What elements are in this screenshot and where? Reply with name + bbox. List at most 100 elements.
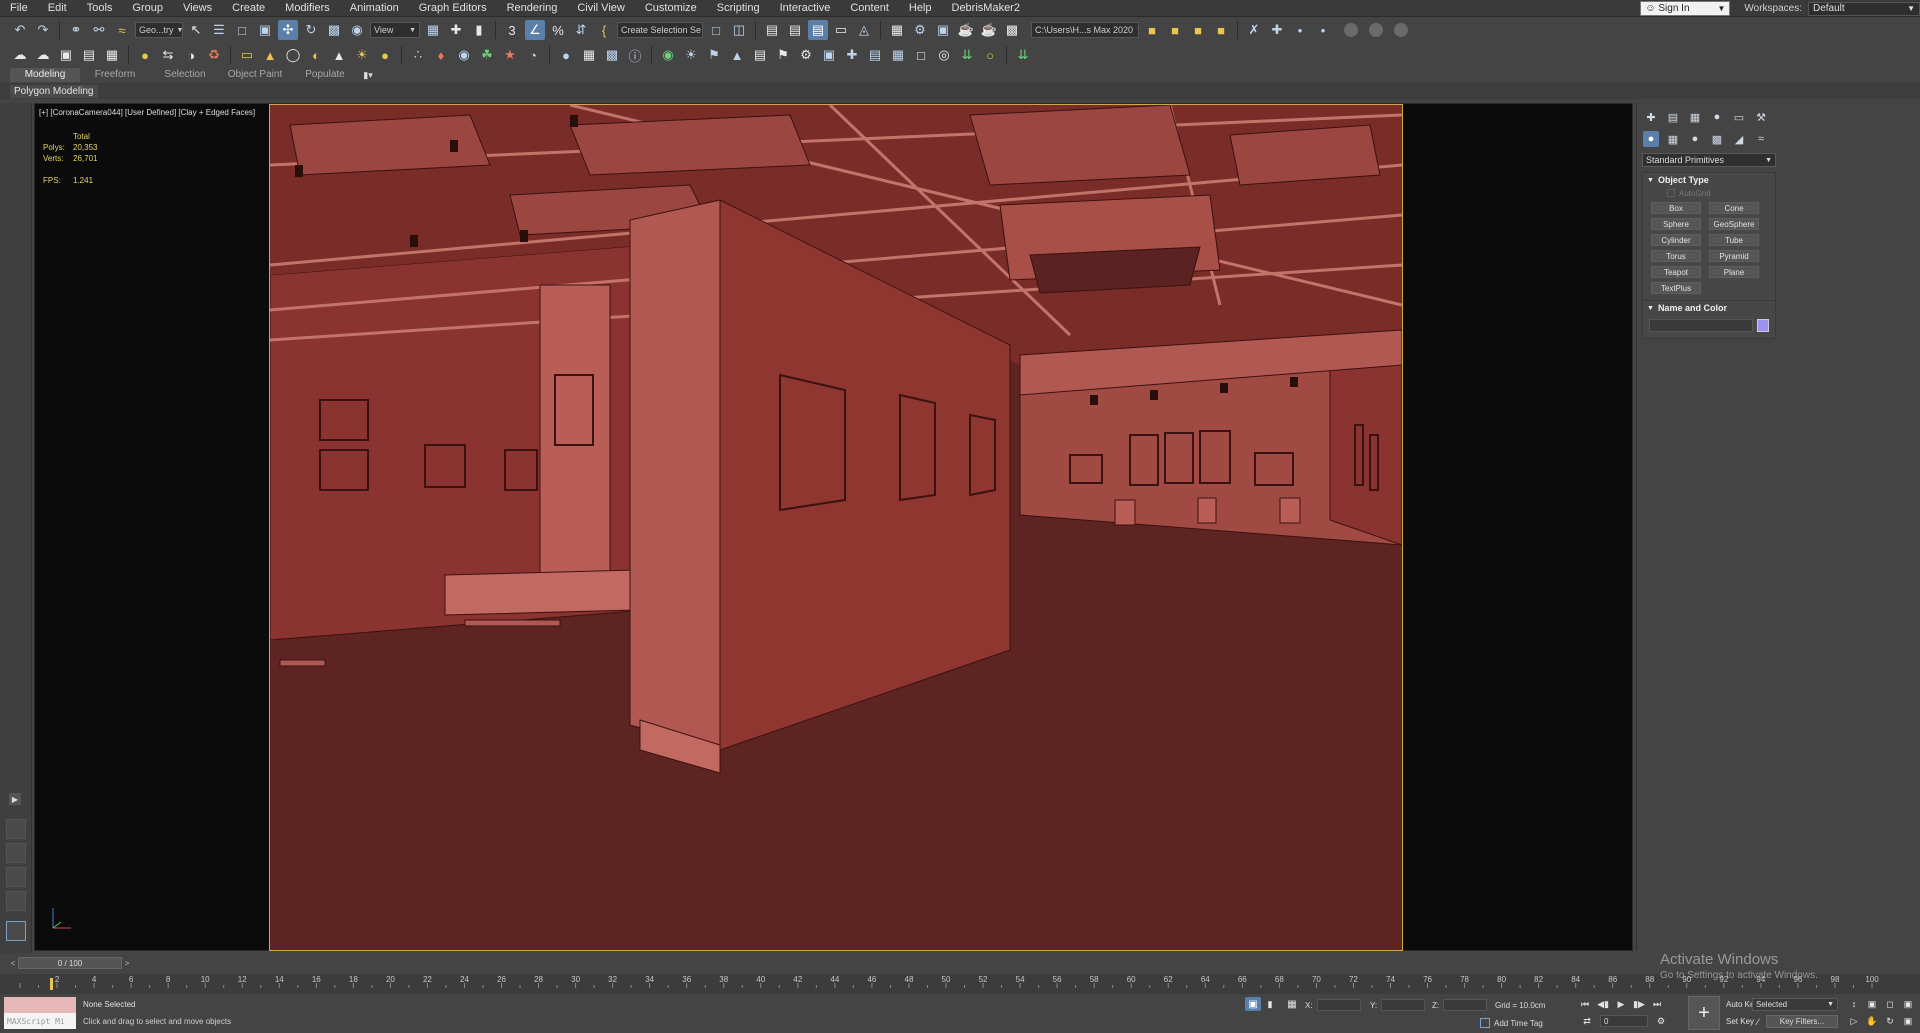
- geometry-icon[interactable]: ●: [1643, 131, 1659, 147]
- converter-icon[interactable]: ♻: [204, 45, 224, 65]
- layout-tab-button[interactable]: [6, 891, 26, 911]
- reference-coordinate-select[interactable]: View ▼: [370, 22, 420, 38]
- menu-interactive[interactable]: Interactive: [770, 0, 841, 17]
- set-key-button[interactable]: Set Key: [1726, 1017, 1754, 1026]
- link-icon[interactable]: ⚭: [66, 20, 86, 40]
- plane-button[interactable]: Plane: [1709, 266, 1759, 278]
- select-and-place-icon[interactable]: ◉: [347, 20, 367, 40]
- render-iterative-icon[interactable]: ☕: [979, 20, 999, 40]
- go-to-start-icon[interactable]: ⏮: [1578, 998, 1592, 1011]
- zoom-extents-all-icon[interactable]: ▣: [1900, 997, 1916, 1011]
- layout-tab-button[interactable]: [6, 819, 26, 839]
- tube-button[interactable]: Tube: [1709, 234, 1759, 246]
- space-warps-icon[interactable]: ≈: [1753, 131, 1769, 147]
- angle-snap-icon[interactable]: ∠: [525, 20, 545, 40]
- foliage-icon[interactable]: ☘: [477, 45, 497, 65]
- y-coordinate-input[interactable]: [1381, 999, 1426, 1011]
- book-icon[interactable]: ▤: [750, 45, 770, 65]
- ribbon-options-icon[interactable]: ▮▾: [360, 68, 376, 82]
- expand-arrow-icon[interactable]: ▶: [9, 793, 21, 805]
- crowd-icon[interactable]: ⚑: [704, 45, 724, 65]
- sphere-button[interactable]: Sphere: [1651, 218, 1701, 230]
- bulb-icon[interactable]: ○: [980, 45, 1000, 65]
- menu-customize[interactable]: Customize: [635, 0, 707, 17]
- key-filters-button[interactable]: Key Filters...: [1766, 1015, 1838, 1028]
- fur-icon[interactable]: ★: [500, 45, 520, 65]
- window-crossing-icon[interactable]: ▣: [255, 20, 275, 40]
- current-frame-input[interactable]: 0: [1600, 1015, 1648, 1027]
- stack-icon[interactable]: ▦: [888, 45, 908, 65]
- menu-scripting[interactable]: Scripting: [707, 0, 770, 17]
- time-slider-handle[interactable]: 0 / 100: [18, 957, 122, 969]
- geosphere-button[interactable]: GeoSphere: [1709, 218, 1759, 230]
- menu-content[interactable]: Content: [840, 0, 899, 17]
- render-region-icon[interactable]: ▣: [819, 45, 839, 65]
- next-frame-icon[interactable]: ▮▶: [1632, 998, 1646, 1011]
- torus-button[interactable]: Torus: [1651, 250, 1701, 262]
- light-bulb-icon[interactable]: ◉: [658, 45, 678, 65]
- modify-tab-icon[interactable]: ▤: [1665, 109, 1681, 125]
- edit-tool-icon[interactable]: ✗: [1244, 20, 1264, 40]
- teapot-button[interactable]: Teapot: [1651, 266, 1701, 278]
- key-tangent-icon[interactable]: ∕: [1752, 1015, 1764, 1028]
- redo-icon[interactable]: ↷: [33, 20, 53, 40]
- layout-tab-button[interactable]: [6, 867, 26, 887]
- cylinder-button[interactable]: Cylinder: [1651, 234, 1701, 246]
- chevrons-down-icon[interactable]: ⇊: [1013, 45, 1033, 65]
- menu-civil-view[interactable]: Civil View: [567, 0, 634, 17]
- edit-named-selection-icon[interactable]: {: [594, 20, 614, 40]
- rendered-frame-window-icon[interactable]: ▣: [933, 20, 953, 40]
- selection-filter-select[interactable]: Geo...try ▼: [135, 22, 183, 38]
- chevrons-down-icon[interactable]: ⇊: [957, 45, 977, 65]
- snaps-toggle-icon[interactable]: 3: [502, 20, 522, 40]
- menu-tools[interactable]: Tools: [77, 0, 123, 17]
- absolute-mode-icon[interactable]: ▦: [1285, 997, 1299, 1011]
- display-tab-icon[interactable]: ▭: [1731, 109, 1747, 125]
- corona-sky-icon[interactable]: ●: [375, 45, 395, 65]
- menu-help[interactable]: Help: [899, 0, 942, 17]
- align-icon[interactable]: ◫: [729, 20, 749, 40]
- transform-icon[interactable]: ⇆: [158, 45, 178, 65]
- time-configuration-icon[interactable]: ⚙: [1654, 1015, 1668, 1028]
- create-tab-icon[interactable]: ✚: [1643, 109, 1659, 125]
- schematic-view-icon[interactable]: ◬: [854, 20, 874, 40]
- curve-editor-icon[interactable]: ▭: [831, 20, 851, 40]
- select-object-icon[interactable]: ↖: [186, 20, 206, 40]
- motion-tab-icon[interactable]: ●: [1709, 109, 1725, 125]
- sun-icon[interactable]: ☀: [681, 45, 701, 65]
- menu-edit[interactable]: Edit: [38, 0, 77, 17]
- select-manipulate-icon[interactable]: ✚: [446, 20, 466, 40]
- pivot-center-icon[interactable]: ▦: [423, 20, 443, 40]
- tab-freeform[interactable]: Freeform: [80, 68, 150, 82]
- unlink-icon[interactable]: ⚯: [89, 20, 109, 40]
- zoom-extents-icon[interactable]: ◻: [1882, 997, 1898, 1011]
- menu-group[interactable]: Group: [122, 0, 173, 17]
- half-circle-icon[interactable]: ◑: [181, 45, 201, 65]
- project-icon[interactable]: ■: [1142, 20, 1162, 40]
- corona-rectangle-icon[interactable]: ▭: [237, 45, 257, 65]
- render-in-cloud-icon[interactable]: ▩: [1002, 20, 1022, 40]
- frame-icon[interactable]: ▣: [56, 45, 76, 65]
- folder-save-icon[interactable]: ■: [1211, 20, 1231, 40]
- sphere-icon[interactable]: ●: [556, 45, 576, 65]
- crop-icon[interactable]: ✚: [842, 45, 862, 65]
- bind-space-warp-icon[interactable]: ≈: [112, 20, 132, 40]
- helpers-icon[interactable]: ◢: [1731, 131, 1747, 147]
- layout-tab-button[interactable]: [6, 921, 26, 941]
- eye-icon[interactable]: ◎: [934, 45, 954, 65]
- file-icon[interactable]: ▤: [79, 45, 99, 65]
- gear-icon[interactable]: ⚙: [796, 45, 816, 65]
- proxy-icon[interactable]: ♦: [431, 45, 451, 65]
- camera-viewport[interactable]: [+] [CoronaCamera044] [User Defined] [Cl…: [34, 103, 1633, 951]
- field-of-view-icon[interactable]: ▷: [1846, 1014, 1862, 1028]
- viewport-label[interactable]: [+] [CoronaCamera044] [User Defined] [Cl…: [39, 108, 255, 117]
- maximize-viewport-icon[interactable]: ▣: [1900, 1014, 1916, 1028]
- maxscript-listener[interactable]: MAXScript Mi: [4, 997, 76, 1029]
- cloud-icon[interactable]: ☁: [10, 45, 30, 65]
- z-coordinate-input[interactable]: [1443, 999, 1488, 1011]
- box-button[interactable]: Box: [1651, 202, 1701, 214]
- previous-frame-icon[interactable]: ◀▮: [1596, 998, 1610, 1011]
- select-and-move-icon[interactable]: ✣: [278, 20, 298, 40]
- grid-icon[interactable]: ▦: [102, 45, 122, 65]
- corona-cone-icon[interactable]: ▲: [329, 45, 349, 65]
